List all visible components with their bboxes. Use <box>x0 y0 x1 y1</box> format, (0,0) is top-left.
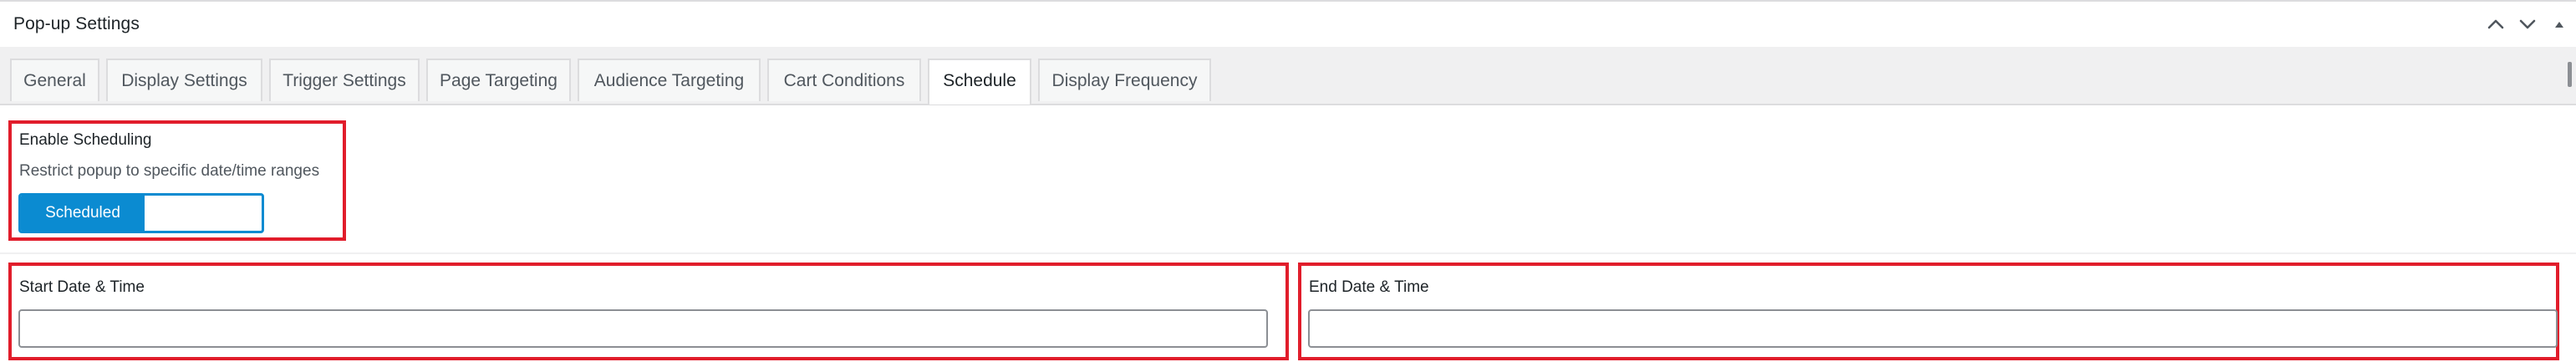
enable-scheduling-description: Restrict popup to specific date/time ran… <box>19 162 320 180</box>
triangle-up-icon[interactable] <box>2548 13 2571 36</box>
chevron-down-icon[interactable] <box>2516 13 2539 36</box>
section-divider <box>0 252 2576 254</box>
settings-tabs: General Display Settings Trigger Setting… <box>0 47 2576 105</box>
tab-schedule[interactable]: Schedule <box>928 59 1031 105</box>
tab-general[interactable]: General <box>10 59 99 101</box>
tab-cart-conditions[interactable]: Cart Conditions <box>767 59 921 101</box>
scheduling-toggle-on-label: Scheduled <box>21 196 145 231</box>
panel-title: Pop-up Settings <box>13 14 140 33</box>
chevron-up-icon[interactable] <box>2484 13 2507 36</box>
scrollbar-thumb[interactable] <box>2568 62 2572 87</box>
tab-page-targeting[interactable]: Page Targeting <box>426 59 571 101</box>
start-datetime-label: Start Date & Time <box>19 278 145 296</box>
tab-audience-targeting[interactable]: Audience Targeting <box>578 59 761 101</box>
tab-display-frequency[interactable]: Display Frequency <box>1038 59 1211 101</box>
tab-display-settings[interactable]: Display Settings <box>106 59 262 101</box>
scheduling-toggle[interactable]: Scheduled <box>18 193 264 233</box>
end-datetime-input[interactable] <box>1308 309 2558 348</box>
schedule-tab-content: Enable Scheduling Restrict popup to spec… <box>0 104 2576 362</box>
enable-scheduling-label: Enable Scheduling <box>19 131 152 149</box>
tab-trigger-settings[interactable]: Trigger Settings <box>269 59 420 101</box>
panel-header: Pop-up Settings <box>0 2 2576 48</box>
end-datetime-label: End Date & Time <box>1309 278 1429 296</box>
start-datetime-input[interactable] <box>18 309 1268 348</box>
